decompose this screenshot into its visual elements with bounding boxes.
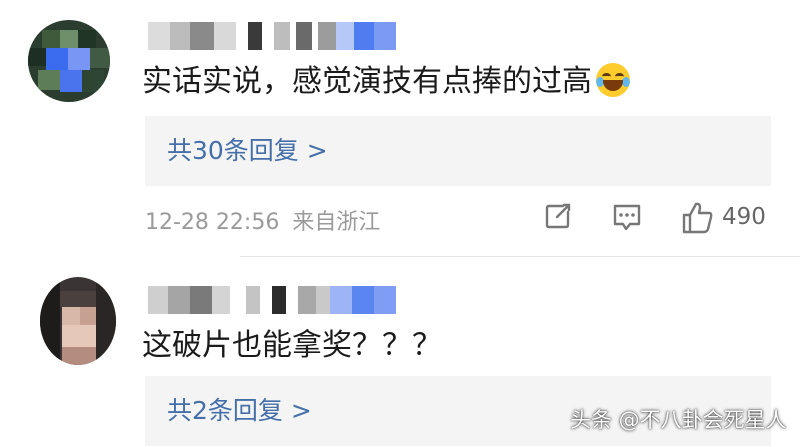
comment-text: 实话实说，感觉演技有点捧的过高 bbox=[142, 62, 630, 102]
laughing-tears-icon bbox=[596, 63, 630, 97]
comment-time: 12-28 22:56 bbox=[145, 210, 280, 235]
comment-icon[interactable] bbox=[610, 200, 644, 238]
comment-meta: 12-28 22:56 来自浙江 bbox=[145, 204, 380, 236]
comment-location: 来自浙江 bbox=[292, 210, 381, 235]
comment-meta-row: 12-28 22:56 来自浙江 490 bbox=[0, 200, 800, 240]
avatar[interactable] bbox=[28, 20, 110, 102]
share-icon[interactable] bbox=[542, 200, 574, 236]
view-replies-link[interactable]: 共2条回复 > bbox=[167, 394, 312, 428]
comment-text: 这破片也能拿奖？？？ bbox=[142, 328, 442, 363]
view-replies-link[interactable]: 共30条回复 > bbox=[167, 134, 328, 168]
thumbs-up-icon[interactable] bbox=[680, 200, 716, 240]
watermark: 头条 @不八卦会死星人 bbox=[570, 408, 787, 432]
avatar[interactable] bbox=[40, 277, 116, 365]
reply-box: 共30条回复 > bbox=[145, 116, 771, 186]
comment-text-content: 实话实说，感觉演技有点捧的过高 bbox=[142, 64, 592, 99]
like-count: 490 bbox=[722, 204, 766, 230]
username-blurred[interactable] bbox=[148, 286, 398, 314]
comment-item: 实话实说，感觉演技有点捧的过高 共30条回复 > 12-28 22:56 来自浙… bbox=[0, 0, 800, 256]
username-blurred[interactable] bbox=[148, 22, 398, 50]
